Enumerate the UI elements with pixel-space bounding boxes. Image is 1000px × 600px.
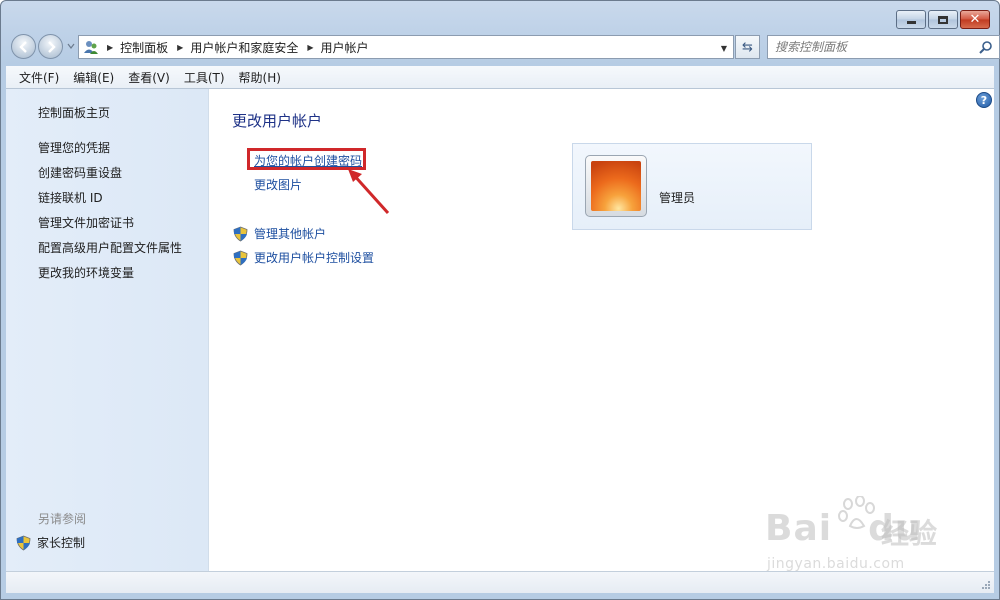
control-panel-window: ✕ ▶ 控制面板 ▶ 用户帐户和家庭安全 ▶ 用户帐户 ▼ ⇆ 搜索控制面板 文… — [0, 0, 1000, 600]
uac-settings-label: 更改用户帐户控制设置 — [254, 251, 375, 265]
navigation-bar: ▶ 控制面板 ▶ 用户帐户和家庭安全 ▶ 用户帐户 ▼ ⇆ — [9, 32, 1000, 60]
sidebar-link-parental-controls[interactable]: 家长控制 — [16, 534, 85, 551]
breadcrumb: ▶ 控制面板 ▶ 用户帐户和家庭安全 ▶ 用户帐户 — [105, 39, 369, 56]
recent-pages-dropdown[interactable] — [67, 42, 75, 50]
sidebar-link-manage-credentials[interactable]: 管理您的凭据 — [38, 139, 110, 156]
sidebar-link-encryption-certificates[interactable]: 管理文件加密证书 — [38, 214, 134, 231]
account-tile: 管理员 — [572, 143, 812, 230]
search-input[interactable] — [768, 36, 968, 58]
refresh-button[interactable]: ⇆ — [735, 35, 760, 59]
watermark-url: jingyan.baidu.com — [767, 556, 905, 572]
task-pane: 控制面板主页 管理您的凭据 创建密码重设盘 链接联机 ID 管理文件加密证书 配… — [6, 89, 209, 571]
change-picture-link[interactable]: 更改图片 — [254, 176, 302, 193]
breadcrumb-user-accounts[interactable]: 用户帐户 — [321, 39, 369, 56]
sidebar-link-profile-properties[interactable]: 配置高级用户配置文件属性 — [38, 239, 182, 256]
address-bar[interactable]: ▶ 控制面板 ▶ 用户帐户和家庭安全 ▶ 用户帐户 ▼ — [78, 35, 734, 59]
breadcrumb-separator-icon[interactable]: ▶ — [177, 43, 183, 52]
close-button[interactable]: ✕ — [960, 10, 990, 29]
menu-file[interactable]: 文件(F) — [12, 69, 66, 86]
sidebar-link-environment-variables[interactable]: 更改我的环境变量 — [38, 264, 134, 281]
close-icon: ✕ — [969, 12, 981, 27]
uac-shield-icon — [16, 535, 31, 550]
annotation-arrow-icon — [348, 169, 390, 215]
uac-shield-icon — [233, 226, 248, 241]
menu-help[interactable]: 帮助(H) — [232, 69, 288, 86]
forward-arrow-icon — [47, 40, 56, 53]
manage-other-accounts-label: 管理其他帐户 — [254, 227, 327, 241]
menu-view[interactable]: 查看(V) — [121, 69, 177, 86]
breadcrumb-control-panel[interactable]: 控制面板 — [120, 39, 168, 56]
search-box[interactable] — [767, 35, 1000, 59]
maximize-icon — [938, 15, 948, 24]
menu-edit[interactable]: 编辑(E) — [66, 69, 121, 86]
flower-picture-icon — [591, 161, 641, 211]
maximize-button[interactable] — [928, 10, 958, 29]
account-role: 管理员 — [659, 191, 696, 205]
sidebar-link-password-reset-disk[interactable]: 创建密码重设盘 — [38, 164, 122, 181]
menu-tools[interactable]: 工具(T) — [177, 69, 232, 86]
search-icon[interactable] — [979, 40, 993, 54]
forward-button[interactable] — [38, 34, 63, 59]
uac-shield-icon — [233, 250, 248, 265]
breadcrumb-separator-icon[interactable]: ▶ — [107, 43, 113, 52]
back-arrow-icon — [18, 40, 27, 53]
menu-bar: 文件(F) 编辑(E) 查看(V) 工具(T) 帮助(H) — [6, 66, 994, 89]
caption-buttons: ✕ — [896, 10, 990, 29]
uac-settings-link[interactable]: 更改用户帐户控制设置 — [233, 249, 374, 266]
parental-controls-label: 家长控制 — [37, 536, 86, 550]
breadcrumb-separator-icon[interactable]: ▶ — [307, 43, 313, 52]
address-dropdown-icon[interactable]: ▼ — [721, 44, 727, 53]
user-accounts-icon — [84, 41, 98, 54]
avatar — [585, 155, 647, 217]
breadcrumb-user-accounts-family[interactable]: 用户帐户和家庭安全 — [190, 39, 298, 56]
resize-grip-icon[interactable] — [981, 580, 991, 590]
sidebar-link-control-panel-home[interactable]: 控制面板主页 — [38, 104, 110, 121]
baidu-jingyan-watermark: Bai du 经验 jingyan.baidu.com — [763, 496, 993, 576]
back-button[interactable] — [11, 34, 36, 59]
sidebar-link-online-id[interactable]: 链接联机 ID — [38, 189, 103, 206]
page-title: 更改用户帐户 — [232, 112, 323, 130]
help-icon[interactable]: ? — [976, 92, 992, 108]
minimize-icon — [906, 20, 916, 24]
see-also-heading: 另请参阅 — [38, 512, 87, 526]
manage-other-accounts-link[interactable]: 管理其他帐户 — [233, 225, 326, 242]
refresh-icon: ⇆ — [742, 39, 753, 55]
watermark-cn: 经验 — [881, 517, 938, 550]
minimize-button[interactable] — [896, 10, 926, 29]
